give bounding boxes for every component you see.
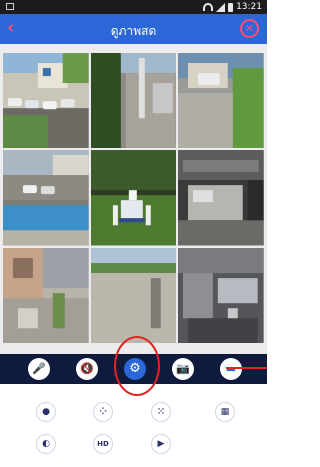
camera-tile-8[interactable] <box>90 247 177 343</box>
page-title: ดูภาพสด <box>110 24 157 38</box>
layout-4-button[interactable]: ⁘ <box>93 402 113 422</box>
camera-tile-1[interactable] <box>3 53 89 149</box>
camera-tile-7[interactable] <box>3 247 89 343</box>
highlight-pointer-line <box>226 367 267 369</box>
microphone-icon: 🎤 <box>32 362 46 375</box>
layout-1-button[interactable]: ● <box>36 402 56 422</box>
camera-tile-6[interactable] <box>178 150 264 246</box>
hd-icon: HD <box>97 440 109 448</box>
mute-button[interactable]: 🔇 <box>76 358 98 380</box>
signal-icon <box>216 2 226 12</box>
record-button[interactable]: ▬ <box>220 358 242 380</box>
sixteen-view-icon: ▦ <box>220 407 230 417</box>
snapshot-button[interactable]: 📷 <box>172 358 194 380</box>
status-bar: 13:21 <box>0 0 267 14</box>
camera-feed-image <box>178 247 264 343</box>
video-button[interactable]: ▶ <box>151 434 171 454</box>
wifi-icon <box>203 3 214 11</box>
camera-feed-image <box>90 150 177 246</box>
quad-view-icon: ⁘ <box>99 407 107 417</box>
hd-button[interactable]: HD <box>93 434 113 454</box>
playback-button[interactable]: ◐ <box>36 434 56 454</box>
close-icon: ✕ <box>244 22 255 35</box>
camera-feed-image <box>90 247 177 343</box>
camera-feed-image <box>178 150 264 246</box>
close-button[interactable]: ✕ <box>240 19 259 38</box>
microphone-button[interactable]: 🎤 <box>28 358 50 380</box>
camera-grid <box>3 53 264 343</box>
camera-feed-image <box>90 53 177 149</box>
playback-icon: ◐ <box>42 439 50 449</box>
camera-icon: 📷 <box>176 362 190 375</box>
status-icons: 13:21 <box>203 1 262 13</box>
highlight-circle <box>114 336 160 396</box>
camera-feed-image <box>3 150 89 246</box>
live-view-area <box>0 44 267 354</box>
camera-tile-5[interactable] <box>90 150 177 246</box>
app-header: ‹ ดูภาพสด ✕ <box>0 14 267 44</box>
video-camera-icon: ▶ <box>157 439 165 449</box>
notification-icon <box>6 3 14 10</box>
speaker-mute-icon: 🔇 <box>80 362 94 375</box>
status-time: 13:21 <box>236 2 262 12</box>
single-view-icon: ● <box>42 407 50 417</box>
camera-tile-2[interactable] <box>90 53 177 149</box>
layout-16-button[interactable]: ▦ <box>215 402 235 422</box>
layout-9-button[interactable]: ⁙ <box>151 402 171 422</box>
camera-tile-4[interactable] <box>3 150 89 246</box>
battery-icon <box>228 2 234 12</box>
camera-tile-9[interactable] <box>178 247 264 343</box>
camera-feed-image <box>3 247 89 343</box>
nine-view-icon: ⁙ <box>157 407 165 417</box>
record-icon: ▬ <box>220 358 242 380</box>
camera-feed-image <box>178 53 264 149</box>
camera-feed-image <box>3 53 89 149</box>
camera-tile-3[interactable] <box>178 53 264 149</box>
